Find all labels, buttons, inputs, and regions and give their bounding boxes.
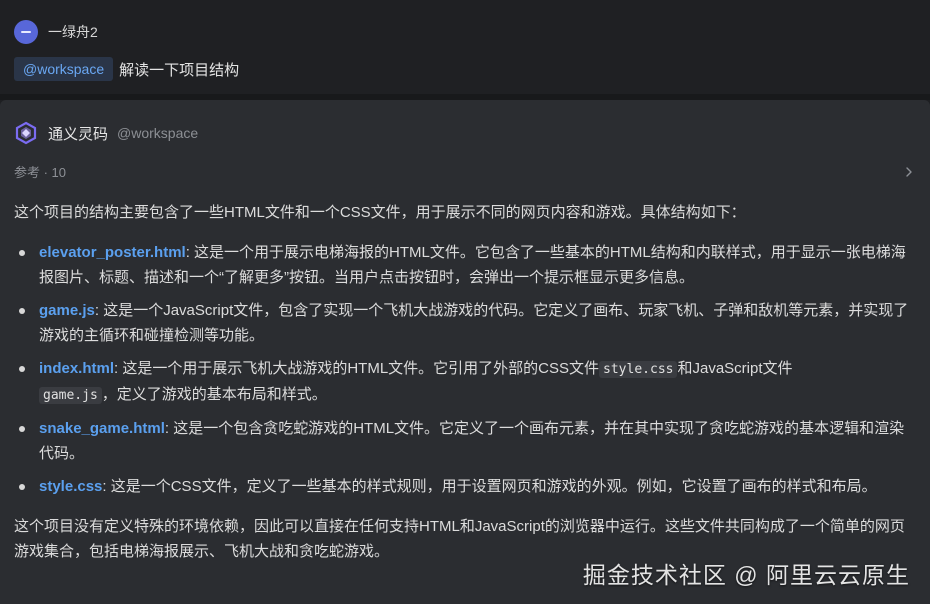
answer-intro: 这个项目的结构主要包含了一些HTML文件和一个CSS文件，用于展示不同的网页内容…	[14, 204, 746, 221]
list-item: elevator_poster.html: 这是一个用于展示电梯海报的HTML文…	[14, 240, 914, 290]
file-list: elevator_poster.html: 这是一个用于展示电梯海报的HTML文…	[14, 240, 914, 499]
user-header: 一绿舟2	[14, 20, 98, 44]
user-name: 一绿舟2	[48, 24, 98, 40]
assistant-name: 通义灵码	[48, 125, 109, 143]
file-description: : 这是一个JavaScript文件，包含了实现一个飞机大战游戏的代码。它定义了…	[39, 302, 909, 344]
file-link[interactable]: index.html	[39, 360, 114, 377]
file-link[interactable]: style.css	[39, 478, 102, 495]
assistant-answer-card: 通义灵码 @workspace 参考 · 10 这个项目的结构主要包含了一些HT…	[0, 100, 930, 604]
list-item: style.css: 这是一个CSS文件，定义了一些基本的样式规则，用于设置网页…	[14, 474, 914, 499]
references-toggle[interactable]: 参考 · 10	[14, 162, 916, 181]
list-item: game.js: 这是一个JavaScript文件，包含了实现一个飞机大战游戏的…	[14, 298, 914, 348]
file-description: : 这是一个CSS文件，定义了一些基本的样式规则，用于设置网页和游戏的外观。例如…	[102, 478, 877, 495]
file-description: ，定义了游戏的基本布局和样式。	[101, 386, 327, 403]
user-query: @workspace 解读一下项目结构	[14, 57, 239, 81]
bullet-icon	[19, 366, 25, 372]
list-item: snake_game.html: 这是一个包含贪吃蛇游戏的HTML文件。它定义了…	[14, 416, 914, 466]
watermark: 掘金技术社区 @ 阿里云云原生	[582, 562, 910, 588]
answer-content: 这个项目的结构主要包含了一些HTML文件和一个CSS文件，用于展示不同的网页内容…	[14, 200, 914, 564]
file-link[interactable]: game.js	[39, 302, 95, 319]
chevron-right-icon[interactable]	[902, 165, 916, 179]
query-text: 解读一下项目结构	[119, 61, 240, 79]
bullet-icon	[19, 484, 25, 490]
file-description: 和JavaScript文件	[677, 360, 793, 377]
tongyi-logo-icon	[15, 121, 37, 145]
inline-code: game.js	[39, 387, 102, 404]
assistant-header: 通义灵码 @workspace	[14, 121, 198, 145]
file-description: : 这是一个用于展示飞机大战游戏的HTML文件。它引用了外部的CSS文件	[114, 360, 600, 377]
user-message: 一绿舟2 @workspace 解读一下项目结构	[0, 0, 930, 94]
workspace-mention-chip[interactable]: @workspace	[14, 57, 114, 81]
file-link[interactable]: elevator_poster.html	[39, 244, 186, 261]
file-link[interactable]: snake_game.html	[39, 420, 165, 437]
file-description: : 这是一个包含贪吃蛇游戏的HTML文件。它定义了一个画布元素，并在其中实现了贪…	[39, 420, 905, 462]
inline-code: style.css	[599, 361, 678, 378]
references-label: 参考 · 10	[14, 165, 67, 180]
bullet-icon	[19, 308, 25, 314]
bullet-icon	[19, 250, 25, 256]
assistant-mention: @workspace	[117, 125, 199, 141]
bullet-icon	[19, 426, 25, 432]
user-avatar-icon	[14, 20, 38, 44]
list-item: index.html: 这是一个用于展示飞机大战游戏的HTML文件。它引用了外部…	[14, 356, 914, 408]
